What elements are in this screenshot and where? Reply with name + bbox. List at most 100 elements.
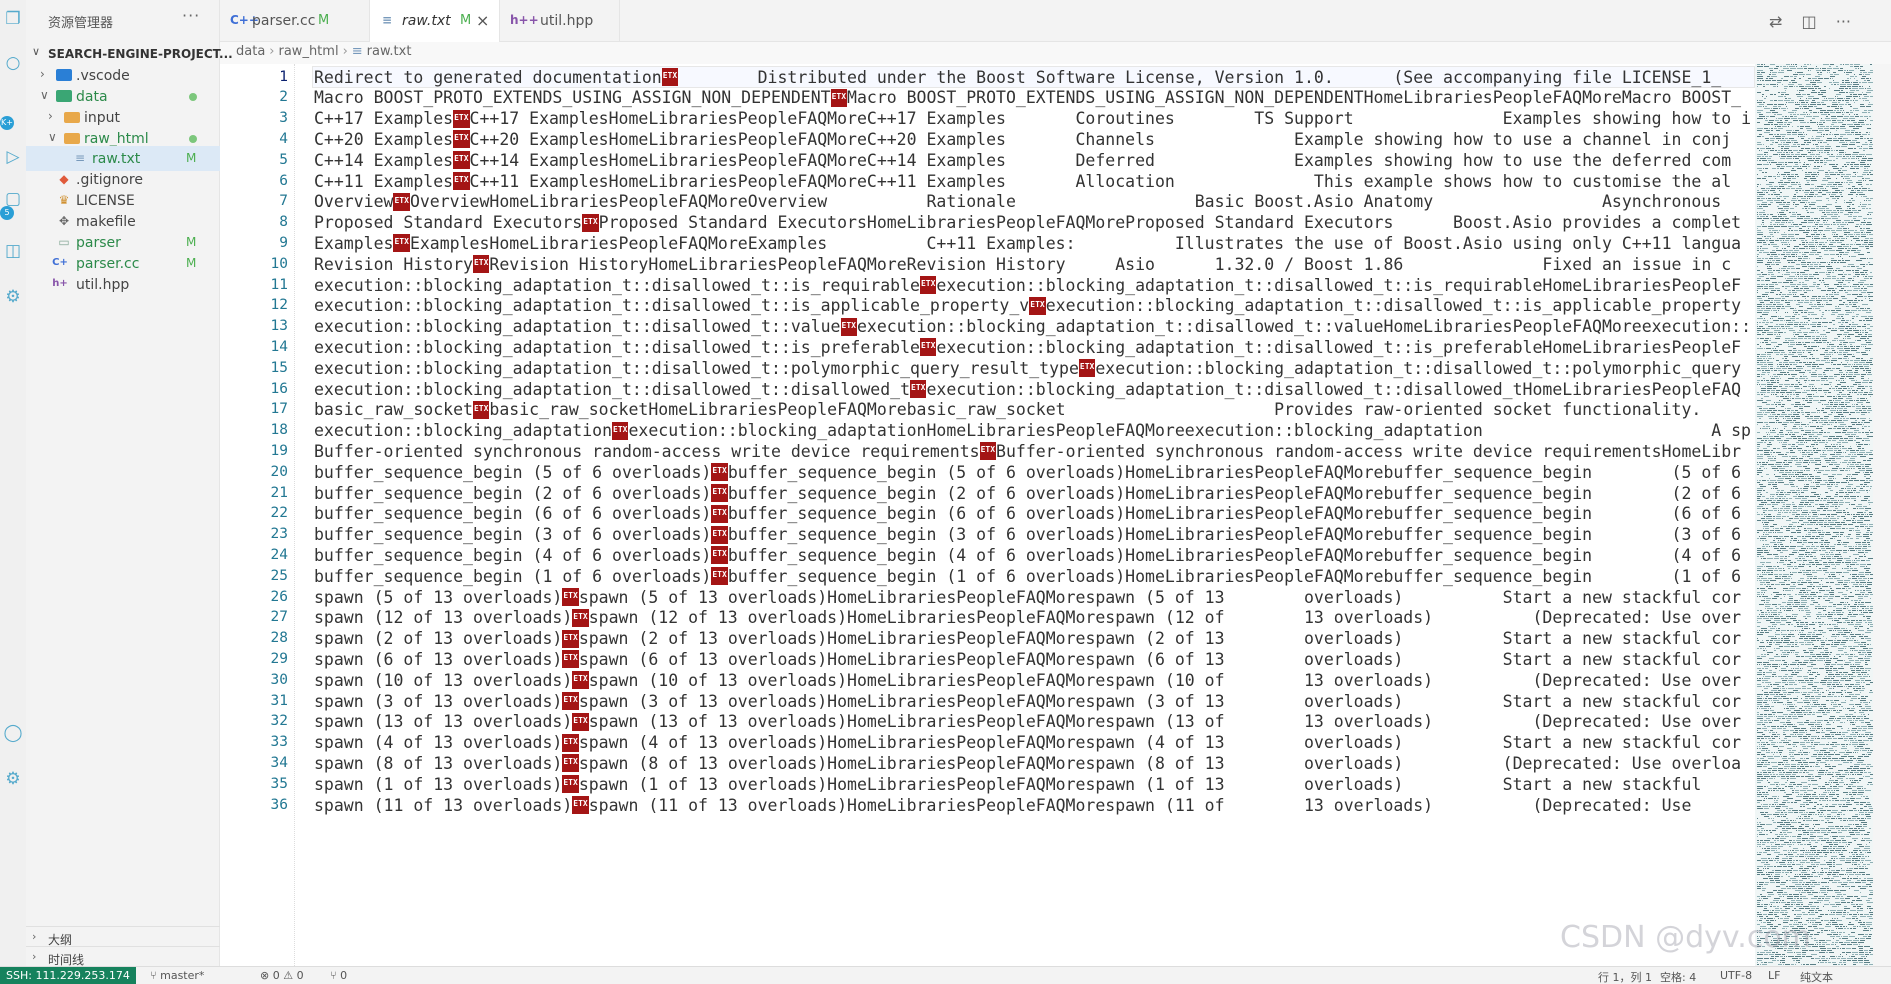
minimap-mark: [1868, 578, 1869, 579]
minimap-mark: [1831, 516, 1834, 517]
manage-gear-icon[interactable]: ⚙: [2, 768, 24, 790]
minimap-mark: [1776, 422, 1777, 423]
minimap-mark: [1860, 368, 1864, 369]
code-text: buffer_sequence_begin (4 of 6 overloads): [314, 545, 712, 565]
minimap-mark: [1838, 414, 1843, 415]
minimap-mark: [1802, 474, 1808, 475]
minimap-mark: [1810, 122, 1816, 123]
minimap-mark: [1807, 308, 1812, 309]
minimap-mark: [1781, 502, 1785, 503]
minimap-mark: [1795, 398, 1801, 399]
minimap-mark: [1844, 220, 1850, 221]
minimap-mark: [1813, 586, 1815, 587]
search-icon[interactable]: ○: [2, 52, 24, 74]
minimap-mark: [1816, 300, 1822, 301]
minimap-mark: [1786, 142, 1791, 143]
code-line[interactable]: spawn (11 of 13 overloads)ETXspawn (11 o…: [314, 793, 1754, 818]
minimap-mark: [1827, 484, 1830, 485]
more-actions-button[interactable]: ···: [182, 6, 200, 25]
minimap-mark: [1856, 182, 1862, 183]
minimap-mark: [1796, 268, 1800, 269]
minimap-mark: [1769, 120, 1774, 121]
minimap-mark: [1827, 70, 1830, 71]
minimap-mark: [1774, 596, 1779, 597]
minimap-mark: [1868, 610, 1872, 611]
minimap-mark: [1777, 470, 1779, 471]
minimap-mark: [1775, 556, 1779, 557]
split-editor-icon[interactable]: ◫: [1802, 12, 1817, 31]
tab-raw-txt[interactable]: ≡ raw.txt M ×: [370, 0, 500, 42]
minimap-mark: [1801, 596, 1807, 597]
minimap-mark: [1798, 522, 1799, 523]
minimap-mark: [1840, 616, 1841, 617]
minimap-mark: [1766, 130, 1770, 131]
minimap-mark: [1867, 308, 1870, 309]
minimap-mark: [1806, 484, 1809, 485]
minimap-mark: [1768, 296, 1769, 297]
run-debug-icon[interactable]: ▷: [2, 146, 24, 168]
minimap-mark: [1848, 104, 1851, 105]
minimap-mark: [1805, 126, 1810, 127]
compare-changes-icon[interactable]: ⇄: [1769, 12, 1782, 31]
breadcrumb-item[interactable]: raw_html: [279, 44, 339, 59]
minimap-mark: [1808, 530, 1809, 531]
settings-sync-icon[interactable]: ⚙: [2, 286, 24, 308]
minimap[interactable]: [1755, 64, 1873, 966]
minimap-mark: [1840, 136, 1843, 137]
minimap-mark: [1860, 398, 1865, 399]
editor-area[interactable]: 1 2 3 4 5 6 7 8 9 10 11 12 13 14 15 16 17 18 19 20 21 22 23 24 2…: [220, 64, 1755, 966]
minimap-mark: [1759, 418, 1761, 419]
minimap-mark: [1771, 450, 1773, 451]
breadcrumb-item[interactable]: raw.txt: [367, 44, 412, 59]
timeline-section[interactable]: › 时间线: [26, 946, 220, 968]
close-icon[interactable]: ×: [476, 11, 489, 30]
minimap-mark: [1801, 604, 1806, 605]
minimap-mark: [1805, 622, 1808, 623]
tree-item-util-hpp[interactable]: h+ util.hpp: [26, 272, 220, 297]
minimap-mark: [1811, 248, 1815, 249]
minimap-mark: [1786, 252, 1791, 253]
minimap-mark: [1820, 142, 1822, 143]
minimap-mark: [1819, 280, 1821, 281]
chevron-right-icon: ›: [40, 67, 45, 81]
more-actions-icon[interactable]: ···: [1836, 12, 1851, 31]
minimap-mark: [1792, 356, 1798, 357]
minimap-mark: [1855, 594, 1861, 595]
minimap-mark: [1769, 232, 1773, 233]
minimap-mark: [1800, 294, 1804, 295]
extensions-icon[interactable]: ◫: [2, 240, 24, 262]
minimap-mark: [1845, 378, 1846, 379]
tab-parser-cc[interactable]: C++ parser.cc M: [220, 0, 370, 42]
minimap-mark: [1854, 392, 1857, 393]
minimap-mark: [1833, 100, 1835, 101]
minimap-mark: [1767, 158, 1771, 159]
minimap-mark: [1785, 116, 1787, 117]
minimap-mark: [1837, 384, 1841, 385]
breadcrumb-item[interactable]: data: [236, 44, 265, 59]
outline-section[interactable]: › 大纲: [26, 926, 220, 948]
explorer-icon[interactable]: ❐: [2, 8, 24, 30]
tab-util-hpp[interactable]: h++ util.hpp: [500, 0, 620, 42]
minimap-mark: [1813, 80, 1814, 81]
minimap-mark: [1845, 260, 1850, 261]
minimap-mark: [1788, 460, 1793, 461]
minimap-mark: [1862, 468, 1865, 469]
text-file-icon: ≡: [74, 151, 86, 165]
minimap-mark: [1866, 538, 1870, 539]
minimap-mark: [1813, 394, 1814, 395]
minimap-mark: [1757, 494, 1759, 495]
account-icon[interactable]: ◯: [2, 722, 24, 744]
minimap-mark: [1806, 134, 1807, 135]
minimap-mark: [1773, 508, 1777, 509]
minimap-mark: [1792, 252, 1798, 253]
minimap-mark: [1759, 604, 1764, 605]
minimap-mark: [1789, 470, 1792, 471]
minimap-mark: [1799, 592, 1802, 593]
minimap-mark: [1851, 190, 1854, 191]
minimap-mark: [1790, 422, 1794, 423]
minimap-mark: [1860, 480, 1865, 481]
minimap-mark: [1788, 112, 1794, 113]
project-root[interactable]: ∨ SEARCH-ENGINE-PROJECT...: [26, 44, 233, 64]
minimap-mark: [1782, 550, 1788, 551]
minimap-mark: [1779, 386, 1782, 387]
